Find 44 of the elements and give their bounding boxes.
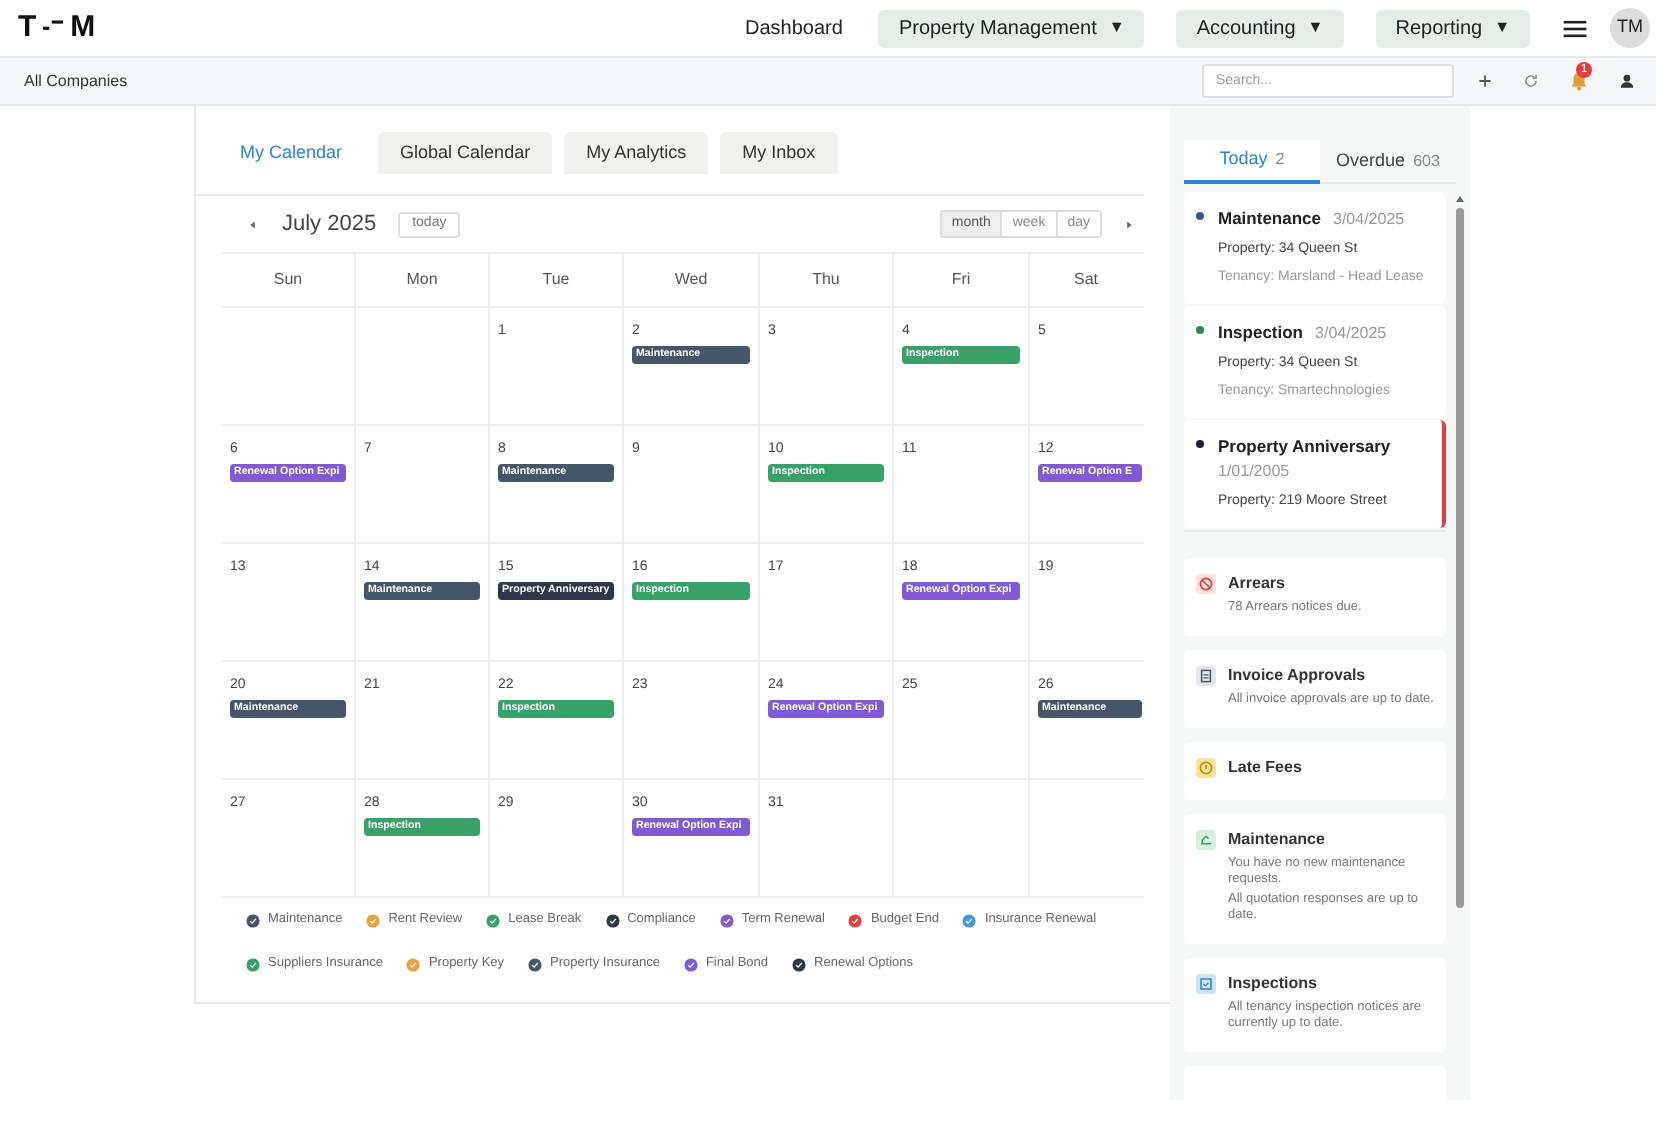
panel-tab[interactable]: Overdue 603	[1320, 140, 1456, 184]
notice-title: Arrears	[1228, 573, 1287, 594]
prohibited-icon	[1196, 573, 1216, 594]
weekday-header: Fri	[951, 268, 971, 292]
calendar-check-icon	[1196, 973, 1216, 994]
wrench-icon	[1196, 829, 1216, 850]
notice-title: Maintenance	[1228, 829, 1327, 850]
agenda-date: 1/01/2005	[1218, 459, 1290, 484]
previous-icon[interactable]	[246, 217, 260, 231]
plus-icon[interactable]	[1476, 72, 1494, 90]
nav-dropdown[interactable]: Accounting ▼	[1176, 9, 1344, 47]
agenda-title: Inspection	[1218, 320, 1304, 346]
weekday-header: Thu	[812, 268, 840, 292]
tab[interactable]: My Calendar	[240, 132, 343, 174]
agenda-date: 3/04/2025	[1315, 322, 1387, 346]
nav-dropdown[interactable]: Property Management ▼	[878, 9, 1145, 47]
weekday-header: Wed	[674, 268, 708, 292]
agenda-title: Maintenance	[1218, 206, 1321, 232]
nav-dropdown[interactable]: Reporting ▼	[1375, 9, 1530, 47]
calendar-title: July 2025	[282, 209, 377, 240]
agenda-date: 3/04/2025	[1333, 208, 1405, 232]
notice-card[interactable]: Late Fees	[1184, 741, 1446, 800]
tab[interactable]: My Inbox	[720, 132, 838, 174]
nav-link[interactable]: Dashboard	[741, 13, 847, 43]
alert-icon	[1196, 757, 1216, 778]
agenda-title: Property Anniversary	[1218, 434, 1391, 460]
notice-title: Inspections	[1228, 973, 1319, 994]
company-selector[interactable]: All Companies	[24, 69, 128, 93]
tab[interactable]: My Analytics	[564, 132, 709, 174]
menu-icon[interactable]	[1562, 15, 1588, 41]
user-icon[interactable]	[1618, 72, 1636, 90]
logo[interactable]: T M	[18, 5, 96, 51]
weekday-header: Sat	[1073, 268, 1098, 292]
tab[interactable]: Global Calendar	[378, 132, 553, 174]
document-icon	[1196, 665, 1216, 686]
next-icon[interactable]	[1122, 217, 1136, 231]
weekday-header: Mon	[406, 268, 438, 292]
panel-tab[interactable]: Today 2	[1184, 140, 1320, 184]
weekday-header: Sun	[273, 268, 303, 292]
avatar[interactable]: TM	[1610, 8, 1650, 48]
refresh-icon[interactable]	[1522, 72, 1540, 90]
notice-title: Late Fees	[1228, 757, 1302, 778]
notice-title: Invoice Approvals	[1228, 665, 1368, 686]
weekday-header: Tue	[542, 268, 570, 292]
